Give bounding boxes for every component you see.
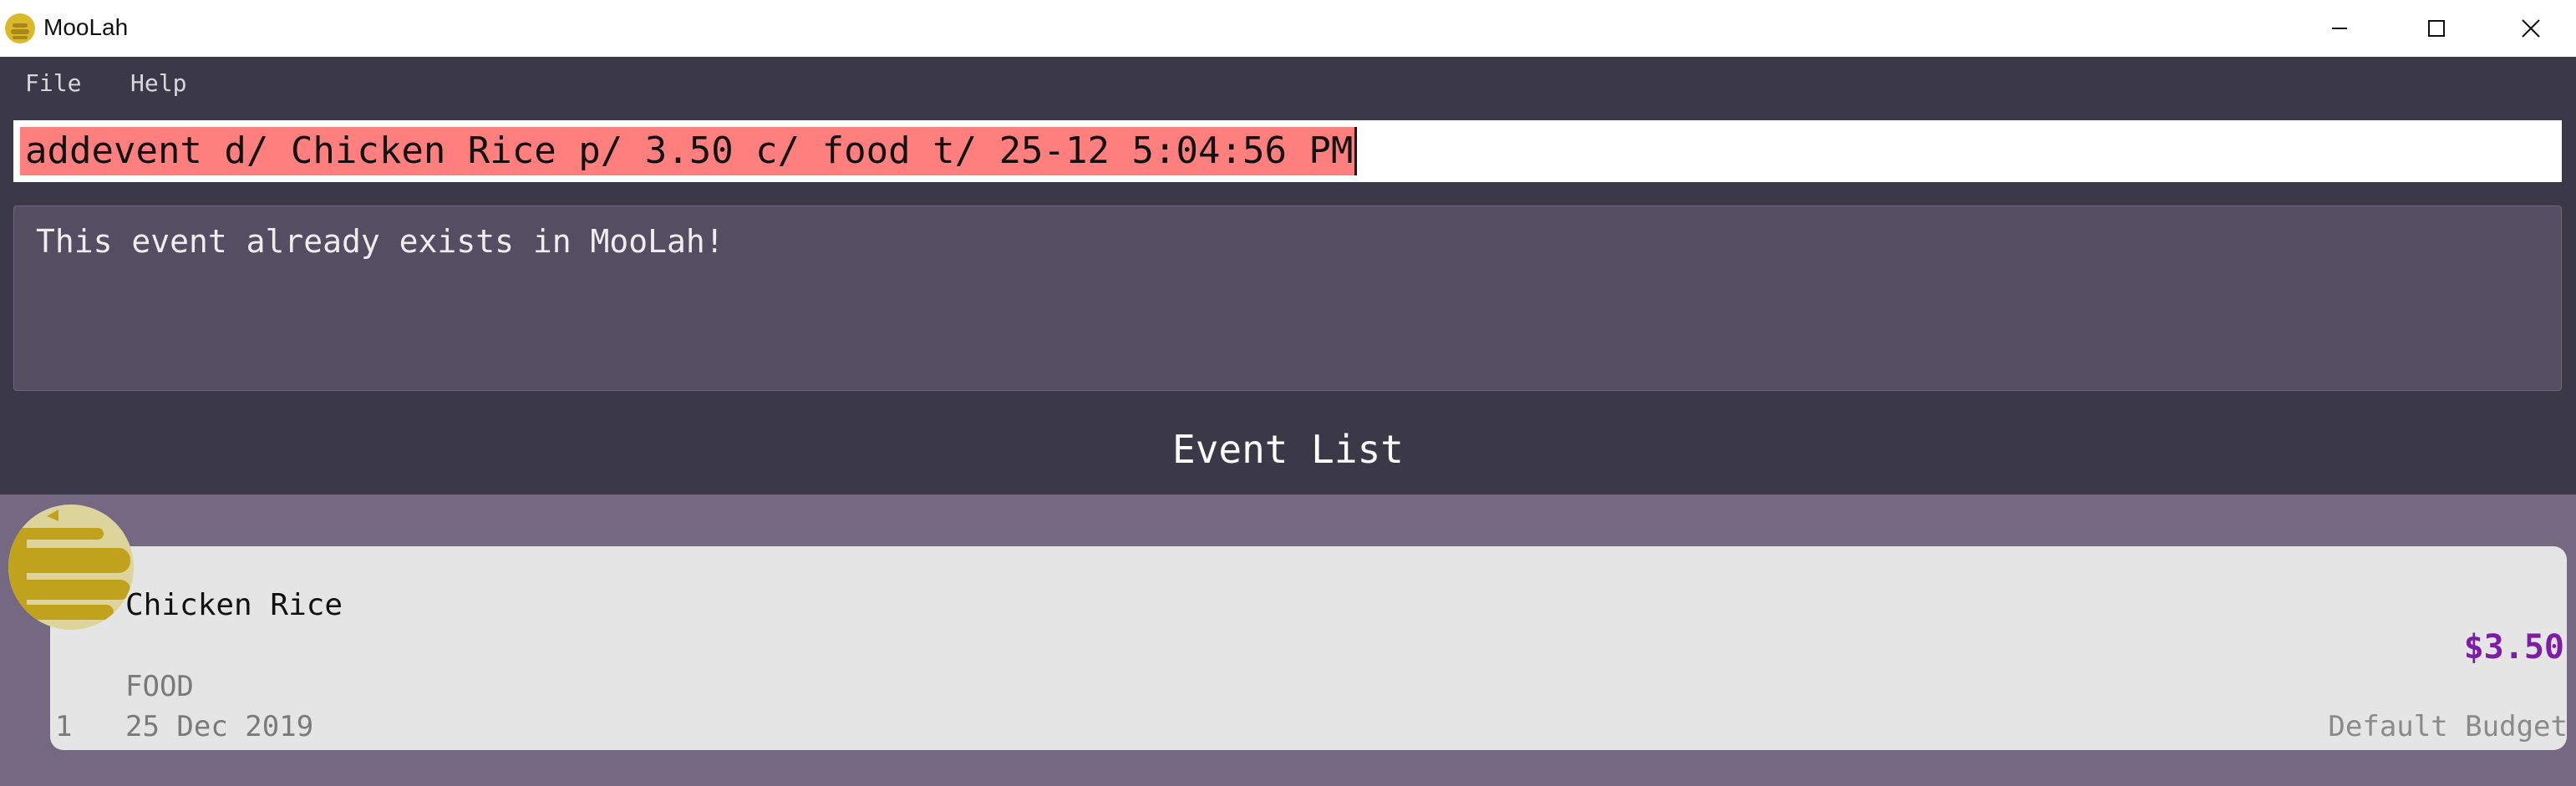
title-bar: MooLah: [0, 0, 2576, 57]
minimize-icon: [2332, 28, 2347, 29]
minimize-button[interactable]: [2291, 0, 2388, 57]
menu-file[interactable]: File: [25, 68, 81, 99]
event-index: 1: [55, 710, 73, 743]
command-box[interactable]: addevent d/ Chicken Rice p/ 3.50 c/ food…: [13, 120, 2562, 182]
food-icon: [8, 505, 134, 630]
event-category: FOOD: [125, 670, 194, 703]
event-price: $3.50: [2463, 628, 2564, 667]
menu-bar: File Help: [0, 57, 2576, 112]
event-list-title: Event List: [1172, 427, 1404, 472]
close-icon: [2521, 19, 2540, 38]
event-budget: Default Budget: [2328, 710, 2568, 743]
moolah-logo-icon: [5, 13, 35, 43]
command-input-text[interactable]: addevent d/ Chicken Rice p/ 3.50 c/ food…: [20, 127, 1358, 175]
event-description: Chicken Rice: [125, 588, 343, 622]
event-card[interactable]: [50, 546, 2567, 750]
maximize-icon: [2428, 20, 2445, 37]
event-list[interactable]: Chicken Rice $3.50 FOOD 1 25 Dec 2019 De…: [0, 494, 2576, 786]
event-date: 25 Dec 2019: [125, 710, 314, 743]
result-message: This event already exists in MooLah!: [36, 223, 724, 260]
menu-help[interactable]: Help: [130, 68, 186, 99]
maximize-button[interactable]: [2388, 0, 2485, 57]
close-button[interactable]: [2485, 0, 2576, 57]
window-title: MooLah: [43, 14, 129, 40]
result-display: This event already exists in MooLah!: [13, 205, 2562, 391]
